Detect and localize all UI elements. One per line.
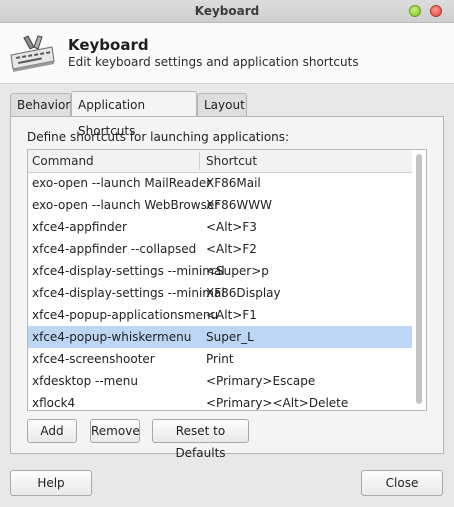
command-cell: xfce4-appfinder --collapsed (32, 242, 197, 256)
add-button[interactable]: Add (27, 419, 77, 443)
table-row[interactable]: xfce4-appfinder --collapsed <Alt>F2 (28, 238, 412, 260)
keyboard-icon (10, 35, 55, 72)
shortcut-cell: <Alt>F3 (206, 220, 257, 234)
tab-layout[interactable]: Layout (197, 93, 247, 116)
command-cell: xfce4-display-settings --minimal (32, 264, 225, 278)
define-shortcuts-label: Define shortcuts for launching applicati… (27, 130, 290, 144)
shortcut-cell: Print (206, 352, 234, 366)
close-icon[interactable] (430, 5, 442, 17)
column-header-shortcut[interactable]: Shortcut (206, 154, 257, 168)
table-row[interactable]: xfdesktop --menu <Primary>Escape (28, 370, 412, 392)
header-title: Keyboard (68, 36, 149, 54)
shortcut-cell: <Primary>Escape (206, 374, 316, 388)
command-cell: xfce4-display-settings --minimal (32, 286, 225, 300)
shortcuts-list[interactable]: Command Shortcut exo-open --launch MailR… (27, 149, 427, 411)
column-divider[interactable] (199, 152, 200, 170)
table-row[interactable]: xflock4 <Primary><Alt>Delete (28, 392, 412, 410)
table-row[interactable]: exo-open --launch MailReader XF86Mail (28, 172, 412, 194)
column-header-command[interactable]: Command (32, 154, 94, 168)
command-cell: exo-open --launch MailReader (32, 176, 212, 190)
remove-button[interactable]: Remove (90, 419, 140, 443)
shortcut-cell: <Primary><Alt>Delete (206, 396, 349, 410)
table-row[interactable]: xfce4-display-settings --minimal <Super>… (28, 260, 412, 282)
title-bar: Keyboard (0, 0, 454, 23)
command-cell: exo-open --launch WebBrowser (32, 198, 220, 212)
shortcut-cell: Super_L (206, 330, 254, 344)
command-cell: xfce4-screenshooter (32, 352, 155, 366)
shortcut-cell: <Super>p (206, 264, 269, 278)
tab-behavior[interactable]: Behavior (10, 93, 71, 116)
window-title: Keyboard (194, 4, 260, 18)
list-header: Command Shortcut (28, 150, 412, 173)
close-button[interactable]: Close (361, 470, 443, 496)
table-row[interactable]: exo-open --launch WebBrowser XF86WWW (28, 194, 412, 216)
reset-to-defaults-button[interactable]: Reset to Defaults (152, 419, 249, 460)
command-cell: xfdesktop --menu (32, 374, 138, 388)
command-cell: xflock4 (32, 396, 76, 410)
command-cell: xfce4-popup-whiskermenu (32, 330, 192, 344)
shortcut-cell: XF86WWW (206, 198, 272, 212)
command-cell: xfce4-appfinder (32, 220, 127, 234)
shortcut-cell: <Alt>F1 (206, 308, 257, 322)
shortcuts-panel: Define shortcuts for launching applicati… (10, 116, 444, 460)
shortcut-cell: XF86Display (206, 286, 281, 300)
command-cell: xfce4-popup-applicationsmenu (32, 308, 219, 322)
help-button[interactable]: Help (10, 470, 92, 496)
shortcut-cell: <Alt>F2 (206, 242, 257, 256)
dialog-header: Keyboard Edit keyboard settings and appl… (0, 23, 454, 84)
header-subtitle: Edit keyboard settings and application s… (68, 55, 359, 69)
tab-application-shortcuts[interactable]: Application Shortcuts (71, 91, 197, 138)
table-row[interactable]: xfce4-display-settings --minimal XF86Dis… (28, 282, 412, 304)
table-row[interactable]: xfce4-screenshooter Print (28, 348, 412, 370)
table-row[interactable]: xfce4-popup-applicationsmenu <Alt>F1 (28, 304, 412, 326)
vertical-scrollbar[interactable] (414, 152, 424, 408)
table-row[interactable]: xfce4-appfinder <Alt>F3 (28, 216, 412, 238)
scrollbar-thumb[interactable] (416, 154, 422, 404)
list-rows: exo-open --launch MailReader XF86Mail ex… (28, 172, 412, 410)
minimize-icon[interactable] (409, 5, 421, 17)
shortcut-cell: XF86Mail (206, 176, 261, 190)
table-row-selected[interactable]: xfce4-popup-whiskermenu Super_L (28, 326, 412, 348)
